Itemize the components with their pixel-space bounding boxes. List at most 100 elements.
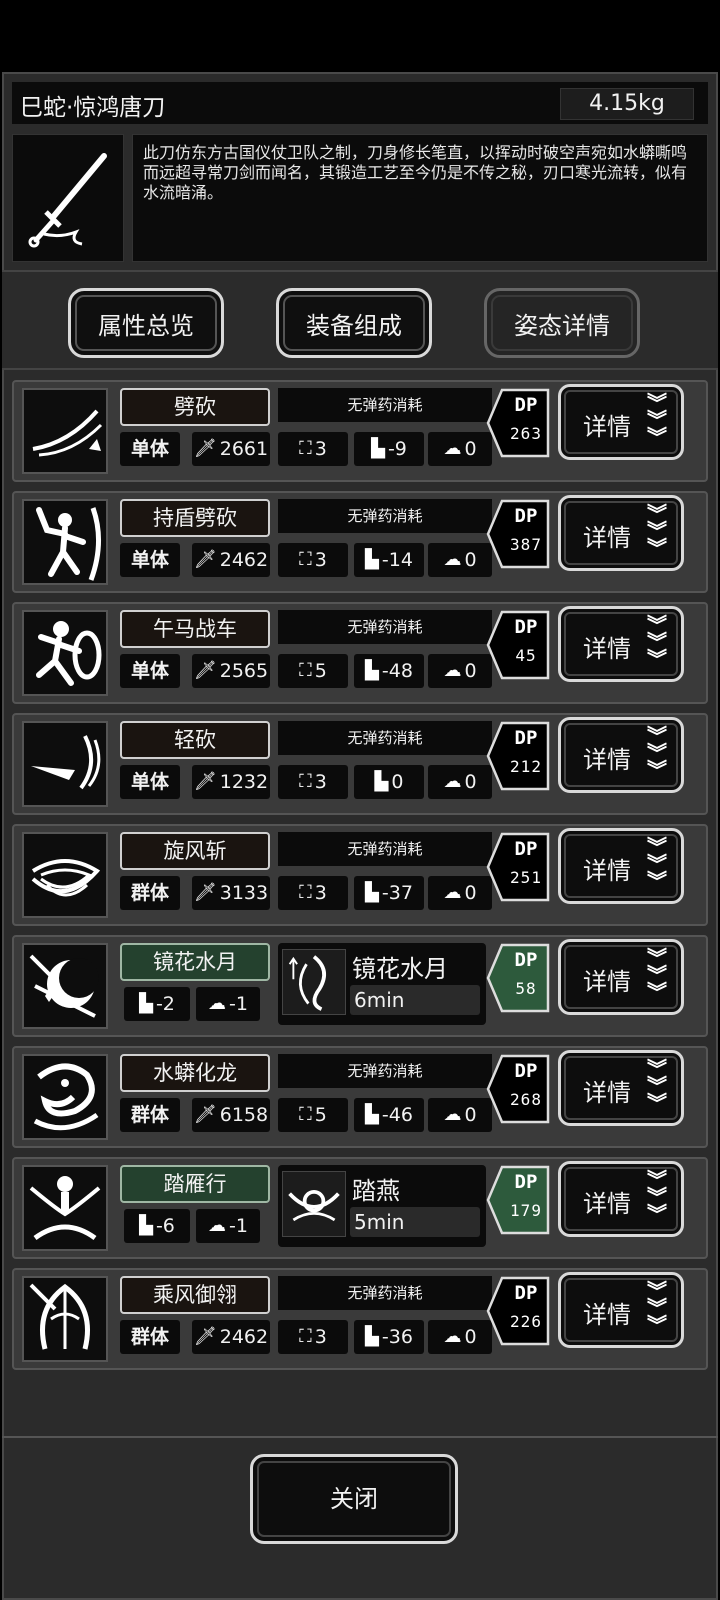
power-value: 1232 <box>219 771 269 793</box>
tab-stance[interactable]: 姿态详情 <box>484 288 640 358</box>
brain-icon: ☁ <box>443 771 462 792</box>
blade-icon: 🗡 <box>193 1326 217 1347</box>
hits-value: 3 <box>314 771 327 793</box>
move-value: -2 <box>155 993 175 1015</box>
dp-label: DP <box>514 838 538 860</box>
target-type: 群体 <box>120 1098 180 1132</box>
ammo-cost: 无弹药消耗 <box>278 1276 492 1310</box>
brain-stat: ☁ 0 <box>428 1320 492 1354</box>
skill-icon <box>22 832 108 918</box>
brain-value: 0 <box>464 771 477 793</box>
weapon-description: 此刀仿东方古国仪仗卫队之制，刀身修长笔直，以挥动时破空声宛如水蟒嘶鸣而远超寻常刀… <box>132 134 708 262</box>
power-stat: 🗡 2565 <box>192 654 270 688</box>
weapon-weight: 4.15kg <box>560 88 694 120</box>
power-value: 2661 <box>219 438 269 460</box>
detail-button[interactable]: 详情 ︾ ︾ ︾ <box>558 1050 684 1126</box>
detail-label: 详情 <box>583 968 631 996</box>
slash-icon <box>32 409 103 457</box>
blade-icon: 🗡 <box>193 882 217 903</box>
hits-value: 3 <box>314 549 327 571</box>
brain-icon: ☁ <box>443 1104 462 1125</box>
skill-row: 乘风御翎 无弹药消耗 群体 🗡 2462 ⛶ 3 ▙ -36 ☁ 0 DP 226 详情… <box>12 1268 708 1370</box>
brain-stat: ☁ 0 <box>428 432 492 466</box>
boot-icon: ▙ <box>139 1215 153 1236</box>
boot-icon: ▙ <box>139 993 153 1014</box>
skill-name: 持盾劈砍 <box>120 499 270 537</box>
sword-icon <box>28 153 107 248</box>
dp-badge: DP 58 <box>486 943 550 1013</box>
swallow-step-icon <box>29 1176 101 1241</box>
dp-value: 263 <box>510 424 542 443</box>
skill-name: 水蟒化龙 <box>120 1054 270 1092</box>
dp-label: DP <box>514 1171 538 1193</box>
dp-value: 268 <box>510 1090 542 1109</box>
skill-icon <box>22 721 108 807</box>
dp-value: 58 <box>515 979 537 998</box>
move-value: -9 <box>387 438 407 460</box>
detail-button[interactable]: 详情 ︾ ︾ ︾ <box>558 1161 684 1237</box>
dp-value: 387 <box>510 535 542 554</box>
power-stat: 🗡 3133 <box>192 876 270 910</box>
brain-value: 0 <box>464 438 477 460</box>
brain-value: 0 <box>464 1104 477 1126</box>
dp-value: 251 <box>510 868 542 887</box>
move-value: -14 <box>381 549 413 571</box>
hits-stat: ⛶ 3 <box>278 543 348 577</box>
hits-icon: ⛶ <box>299 1104 312 1125</box>
dp-badge: DP 179 <box>486 1165 550 1235</box>
tab-attributes[interactable]: 属性总览 <box>68 288 224 358</box>
tab-bar: 属性总览 装备组成 姿态详情 <box>2 270 718 370</box>
move-stat: ▙ 0 <box>354 765 424 799</box>
skill-icon <box>22 499 108 585</box>
skill-icon <box>22 388 108 474</box>
tab-equipment[interactable]: 装备组成 <box>276 288 432 358</box>
detail-label: 详情 <box>583 1301 631 1329</box>
weapon-title: 巳蛇·惊鸿唐刀 <box>20 95 166 121</box>
dp-value: 179 <box>510 1201 542 1220</box>
detail-button[interactable]: 详情 ︾ ︾ ︾ <box>558 939 684 1015</box>
move-stat: ▙ -36 <box>354 1320 424 1354</box>
skill-row: 轻砍 无弹药消耗 单体 🗡 1232 ⛶ 3 ▙ 0 ☁ 0 DP 212 详情 ︾ ︾ ︾ <box>12 713 708 815</box>
close-button[interactable]: 关闭 <box>250 1454 458 1544</box>
hits-icon: ⛶ <box>299 549 312 570</box>
target-type: 单体 <box>120 654 180 688</box>
move-value: -46 <box>381 1104 413 1126</box>
ammo-cost: 无弹药消耗 <box>278 832 492 866</box>
stance-duration: 5min <box>350 1207 480 1237</box>
detail-button[interactable]: 详情 ︾ ︾ ︾ <box>558 384 684 460</box>
boot-icon: ▙ <box>365 1326 379 1347</box>
detail-button[interactable]: 详情 ︾ ︾ ︾ <box>558 717 684 793</box>
detail-label: 详情 <box>583 1190 631 1218</box>
hits-stat: ⛶ 3 <box>278 765 348 799</box>
skill-row: 劈砍 无弹药消耗 单体 🗡 2661 ⛶ 3 ▙ -9 ☁ 0 DP 263 详情 ︾ ︾… <box>12 380 708 482</box>
chevron-down-icon: ︾ ︾ ︾ <box>647 1279 667 1337</box>
ammo-cost: 无弹药消耗 <box>278 499 492 533</box>
hits-stat: ⛶ 3 <box>278 1320 348 1354</box>
chevron-down-icon: ︾ ︾ ︾ <box>647 1168 667 1226</box>
brain-stat: ☁ 0 <box>428 543 492 577</box>
detail-label: 详情 <box>583 524 631 552</box>
stance-icon <box>282 1171 346 1237</box>
detail-button[interactable]: 详情 ︾ ︾ ︾ <box>558 828 684 904</box>
chevron-down-icon: ︾ ︾ ︾ <box>647 613 667 671</box>
brain-stat: ☁ 0 <box>428 654 492 688</box>
hits-icon: ⛶ <box>299 660 312 681</box>
skill-name: 旋风斩 <box>120 832 270 870</box>
ammo-cost: 无弹药消耗 <box>278 1054 492 1088</box>
hits-stat: ⛶ 3 <box>278 876 348 910</box>
dp-badge: DP 268 <box>486 1054 550 1124</box>
brain-stat: ☁ 0 <box>428 876 492 910</box>
ammo-cost: 无弹药消耗 <box>278 610 492 644</box>
detail-button[interactable]: 详情 ︾ ︾ ︾ <box>558 606 684 682</box>
detail-button[interactable]: 详情 ︾ ︾ ︾ <box>558 1272 684 1348</box>
hits-value: 3 <box>314 438 327 460</box>
blade-icon: 🗡 <box>193 438 217 459</box>
detail-button[interactable]: 详情 ︾ ︾ ︾ <box>558 495 684 571</box>
skill-icon <box>22 1054 108 1140</box>
brain-stat: ☁ 0 <box>428 765 492 799</box>
target-type: 单体 <box>120 432 180 466</box>
hits-icon: ⛶ <box>299 771 312 792</box>
detail-label: 详情 <box>583 413 631 441</box>
move-stat: ▙ -37 <box>354 876 424 910</box>
power-value: 6158 <box>219 1104 269 1126</box>
